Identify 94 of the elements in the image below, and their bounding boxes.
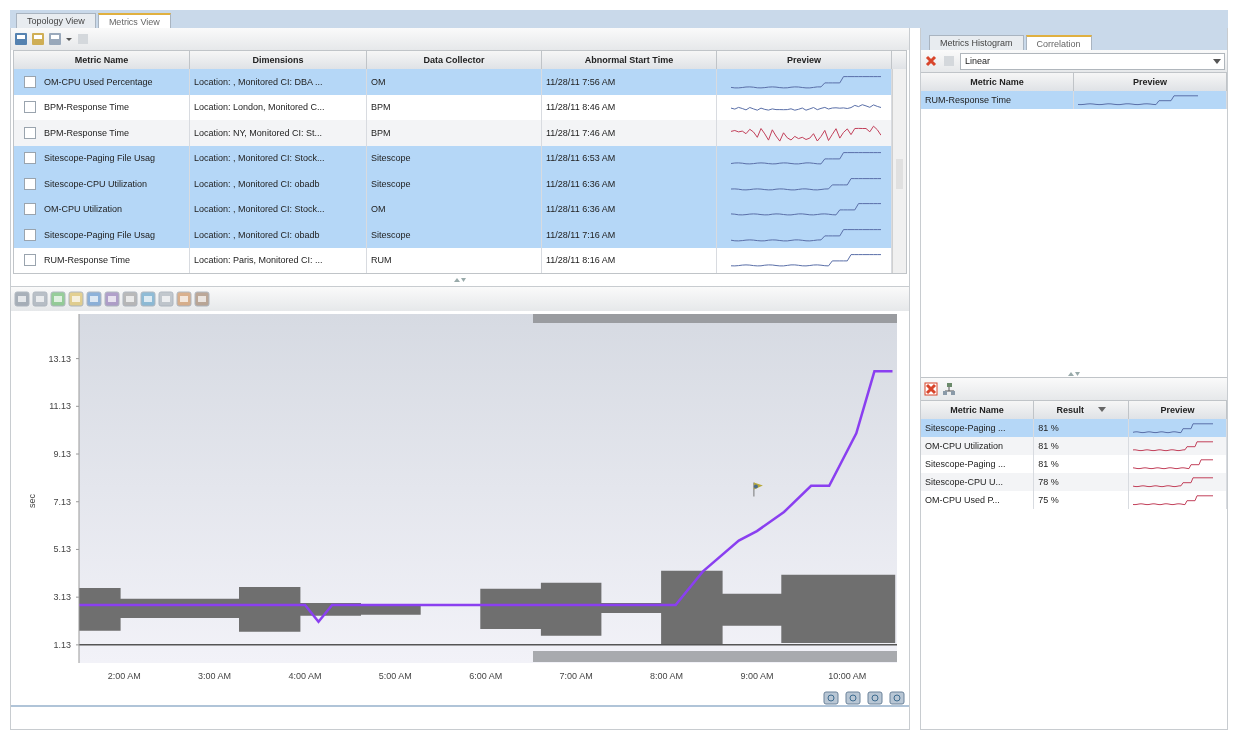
- checkbox[interactable]: [24, 101, 36, 114]
- chart-tool-icon[interactable]: [50, 291, 66, 307]
- flag-icon[interactable]: [753, 482, 763, 498]
- y-tick-label: 13.13: [48, 353, 71, 364]
- dimensions-cell: Location: , Monitored CI: DBA ...: [190, 69, 367, 95]
- metric-row[interactable]: OM-CPU Utilization Location: , Monitored CI: Stock... OM 11/28/11 6:36 AM: [14, 196, 892, 222]
- metric-name: RUM-Response Time: [44, 255, 131, 266]
- dimensions-cell: Location: , Monitored CI: obadb: [190, 171, 367, 197]
- y-tick-label: 7.13: [53, 496, 71, 507]
- x-tick-label: 6:00 AM: [469, 671, 503, 681]
- scrollbar[interactable]: [533, 314, 897, 323]
- chart-tool-icon[interactable]: [86, 291, 102, 307]
- start-time-cell: 11/28/11 7:16 AM: [542, 222, 717, 248]
- chart-tool-icon[interactable]: [158, 291, 174, 307]
- tree-icon[interactable]: [942, 382, 956, 396]
- dimensions-cell: Location: NY, Monitored CI: St...: [190, 120, 367, 146]
- chart-tool-icon[interactable]: [104, 291, 120, 307]
- x-tick-label: 4:00 AM: [288, 671, 322, 681]
- delete-icon[interactable]: [924, 382, 938, 396]
- result-row[interactable]: Sitescope-CPU U... 78 %: [921, 473, 1227, 491]
- checkbox[interactable]: [24, 254, 36, 267]
- metric-row[interactable]: Sitescope-Paging File Usag Location: , Monitored CI: obadb Sitescope 11/28/11 7:16 AM: [14, 222, 892, 248]
- collector-cell: Sitescope: [367, 171, 542, 197]
- checkbox[interactable]: [24, 203, 36, 216]
- metric-name: BPM-Response Time: [44, 127, 130, 138]
- y-tick-label: 11.13: [49, 401, 71, 412]
- start-time-cell: 11/28/11 6:36 AM: [542, 171, 717, 197]
- metric-name: Sitescope-Paging File Usag: [44, 229, 156, 240]
- result-row[interactable]: OM-CPU Utilization 81 %: [921, 437, 1227, 455]
- checkbox[interactable]: [24, 75, 36, 88]
- view-tab[interactable]: Metrics View: [97, 13, 171, 28]
- metric-name: Sitescope-CPU Utilization: [44, 178, 148, 189]
- view-tab[interactable]: Topology View: [16, 13, 96, 28]
- column-header[interactable]: Result: [1056, 401, 1084, 419]
- panel-tab[interactable]: Metrics Histogram: [929, 35, 1024, 50]
- metric-row[interactable]: OM-CPU Used Percentage Location: , Monitored CI: DBA ... OM 11/28/11 7:56 AM: [14, 69, 892, 95]
- correlation-row[interactable]: RUM-Response Time: [921, 91, 1227, 109]
- checkbox[interactable]: [24, 228, 36, 241]
- collector-cell: Sitescope: [367, 222, 542, 248]
- zoom-tool-icon[interactable]: [889, 691, 905, 705]
- toolbar-icon[interactable]: [14, 32, 28, 46]
- dimensions-cell: Location: , Monitored CI: obadb: [190, 222, 367, 248]
- collector-cell: OM: [367, 69, 542, 95]
- checkbox[interactable]: [24, 126, 36, 139]
- x-tick-label: 9:00 AM: [740, 671, 774, 681]
- chart-tool-icon[interactable]: [194, 291, 210, 307]
- x-tick-label: 10:00 AM: [828, 671, 867, 681]
- checkbox[interactable]: [24, 152, 36, 165]
- caret-icon[interactable]: [1212, 56, 1222, 66]
- x-tick-label: 3:00 AM: [198, 671, 232, 681]
- metric-row[interactable]: Sitescope-Paging File Usag Location: , Monitored CI: Stock... Sitescope 11/28/11 6:53 AM: [14, 145, 892, 171]
- zoom-tool-icon[interactable]: [823, 691, 839, 705]
- zoom-tool-icon[interactable]: [845, 691, 861, 705]
- y-tick-label: 3.13: [53, 592, 71, 603]
- toolbar-icon[interactable]: [31, 32, 45, 46]
- start-time-cell: 11/28/11 8:16 AM: [542, 247, 717, 273]
- y-tick-label: 1.13: [53, 639, 71, 650]
- x-tick-label: 8:00 AM: [650, 671, 684, 681]
- chart-tool-icon[interactable]: [14, 291, 30, 307]
- x-tick-label: 2:00 AM: [107, 671, 141, 681]
- chart-tool-icon[interactable]: [176, 291, 192, 307]
- x-tick-label: 5:00 AM: [378, 671, 412, 681]
- x-tick-label: 7:00 AM: [559, 671, 593, 681]
- chart-tool-icon[interactable]: [32, 291, 48, 307]
- chart-tool-icon[interactable]: [122, 291, 138, 307]
- metric-name: Sitescope-Paging File Usag: [44, 153, 156, 164]
- start-time-cell: 11/28/11 7:56 AM: [542, 69, 717, 95]
- metric-name: BPM-Response Time: [44, 102, 130, 113]
- metric-name: RUM-Response Time: [921, 91, 1074, 109]
- metric-row[interactable]: BPM-Response Time Location: NY, Monitored CI: St... BPM 11/28/11 7:46 AM: [14, 120, 892, 146]
- checkbox[interactable]: [24, 177, 36, 190]
- delete-icon[interactable]: [924, 54, 938, 68]
- sort-caret-icon[interactable]: [1097, 407, 1106, 413]
- start-time-cell: 11/28/11 7:46 AM: [542, 120, 717, 146]
- splitter-handle-icon[interactable]: [453, 277, 467, 283]
- scrollbar[interactable]: [533, 651, 897, 662]
- chart-tool-icon[interactable]: [68, 291, 84, 307]
- metric-name: OM-CPU Utilization: [44, 204, 122, 215]
- y-tick-label: 5.13: [53, 544, 71, 555]
- dimensions-cell: Location: Paris, Monitored CI: ...: [190, 247, 367, 273]
- metric-row[interactable]: Sitescope-CPU Utilization Location: , Monitored CI: obadb Sitescope 11/28/11 6:36 AM: [14, 171, 892, 197]
- result-row[interactable]: Sitescope-Paging ... 81 %: [921, 419, 1227, 437]
- metric-name: OM-CPU Used Percentage: [44, 76, 153, 87]
- scrollbar[interactable]: [892, 69, 906, 273]
- zoom-tool-icon[interactable]: [867, 691, 883, 705]
- metric-name: OM-CPU Used P...: [921, 491, 1035, 509]
- collector-cell: BPM: [367, 120, 542, 146]
- panel-tab[interactable]: Correlation: [1025, 35, 1092, 50]
- result-value: 75 %: [1034, 491, 1130, 509]
- chart-tool-icon[interactable]: [140, 291, 156, 307]
- y-tick-label: 9.13: [53, 449, 71, 460]
- collector-cell: RUM: [367, 247, 542, 273]
- method-dropdown[interactable]: Linear: [960, 52, 1225, 70]
- y-axis-label: sec: [27, 494, 37, 508]
